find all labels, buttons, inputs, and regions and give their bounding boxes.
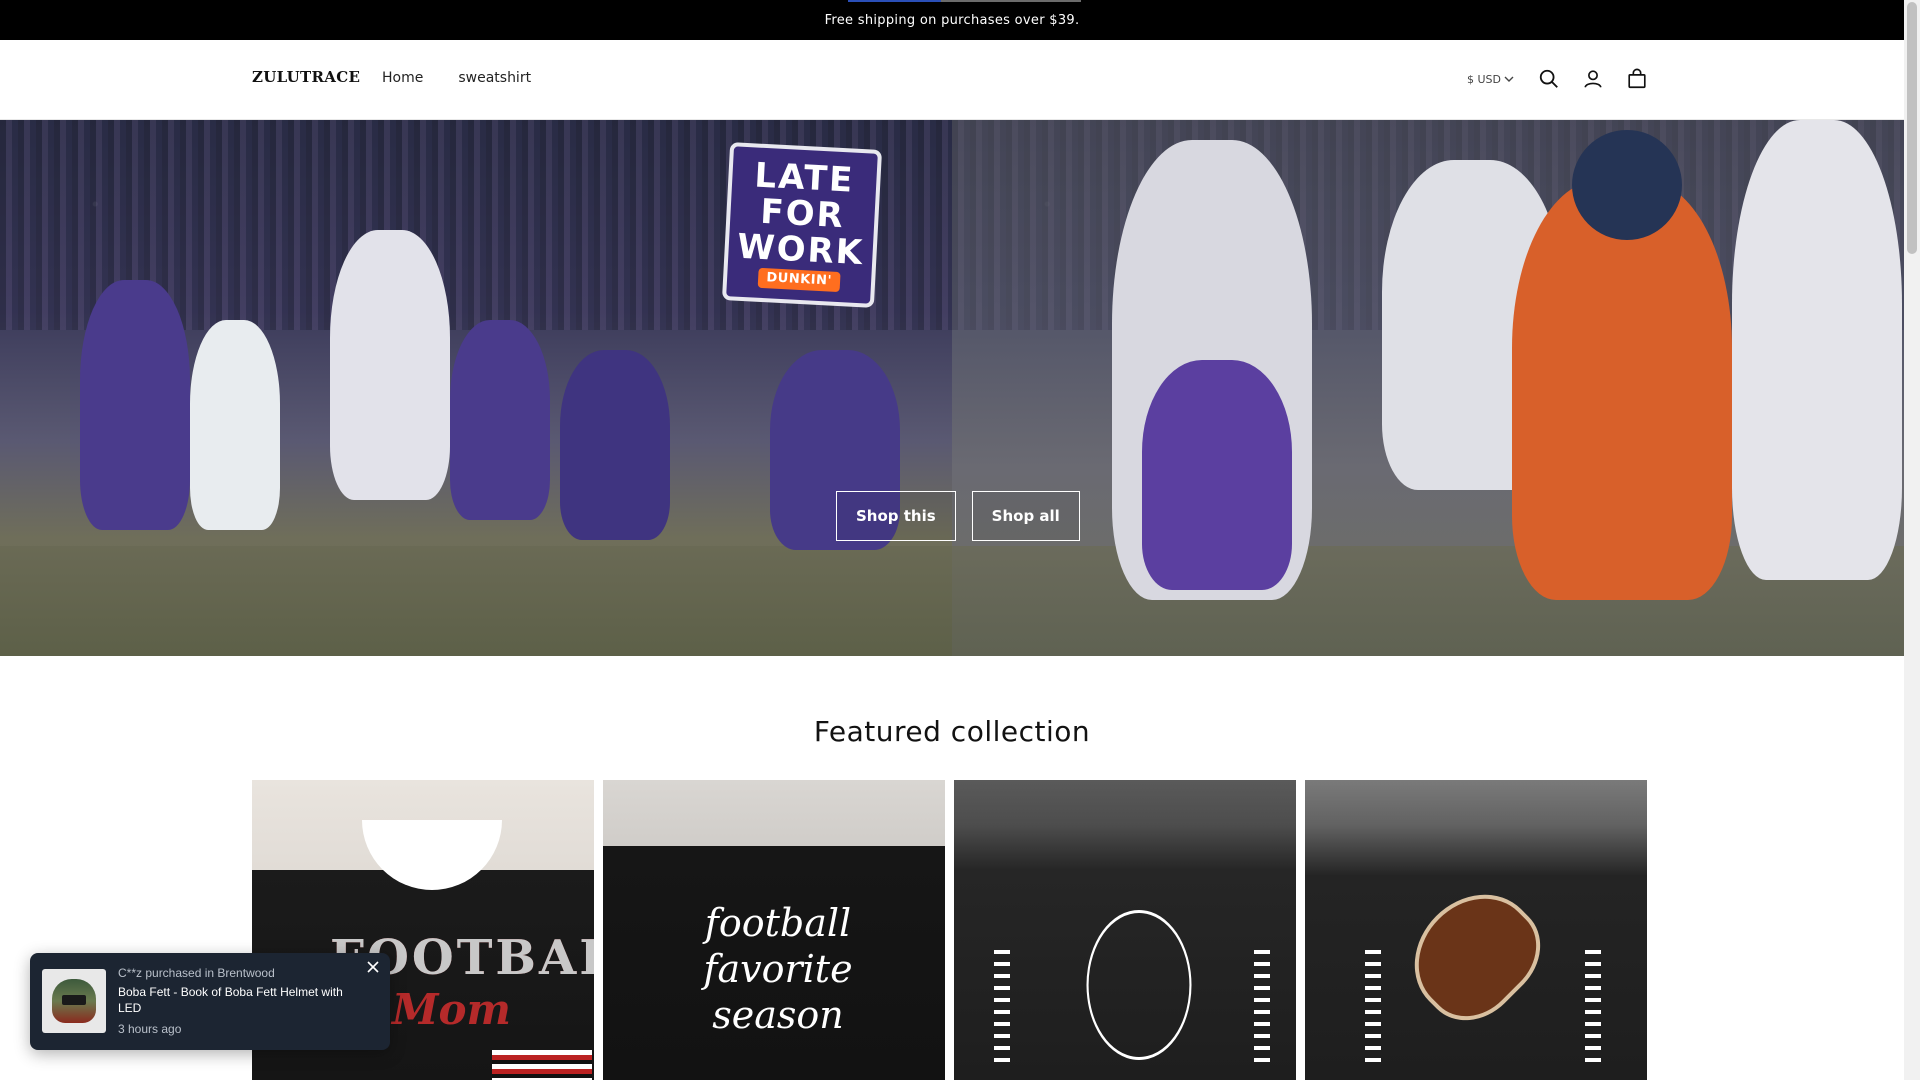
announcement-text: Free shipping on purchases over $39. <box>824 12 1080 28</box>
product-grid: FOOTBALL Mom football favorite season <box>252 780 1647 1080</box>
product-print-text: Mom <box>392 985 511 1034</box>
product-card[interactable] <box>1305 780 1647 1080</box>
header-tools: $ USD <box>1467 66 1650 92</box>
account-icon[interactable] <box>1580 66 1606 92</box>
product-print-text: football favorite season <box>703 901 853 1037</box>
close-icon[interactable] <box>364 958 382 976</box>
popup-product-name[interactable]: Boba Fett - Book of Boba Fett Helmet wit… <box>118 984 358 1016</box>
product-thumbnail <box>42 969 106 1033</box>
main-nav: Home sweatshirt <box>382 70 531 86</box>
currency-selector[interactable]: $ USD <box>1467 73 1514 86</box>
nav-item-sweatshirt[interactable]: sweatshirt <box>458 70 531 86</box>
popup-buyer: C**z purchased in Brentwood <box>118 966 275 980</box>
announcement-bar: Free shipping on purchases over $39. <box>0 0 1904 40</box>
chevron-down-icon <box>1504 76 1514 82</box>
hero-buttons: Shop this Shop all <box>836 491 1080 541</box>
announcement-progress <box>848 0 1081 2</box>
hero-image-left: LATE FOR WORK DUNKIN' <box>0 120 952 656</box>
football-graphic <box>1065 880 1213 1080</box>
scrollbar-thumb[interactable] <box>1907 2 1917 254</box>
nav-item-home[interactable]: Home <box>382 70 423 86</box>
helmet-image <box>52 979 96 1023</box>
hero-image-right <box>952 120 1904 656</box>
storefront-page: Free shipping on purchases over $39. ZUL… <box>0 0 1920 1080</box>
late-for-work-logo: LATE FOR WORK DUNKIN' <box>721 142 883 308</box>
page-scrollbar[interactable] <box>1904 0 1920 1080</box>
site-logo[interactable]: ZULUTRACE <box>252 68 360 86</box>
recent-purchase-popup[interactable]: C**z purchased in Brentwood Boba Fett - … <box>30 953 390 1050</box>
product-card[interactable] <box>954 780 1296 1080</box>
currency-label: $ USD <box>1467 72 1501 86</box>
football-heart-graphic <box>1390 870 1560 1040</box>
popup-time: 3 hours ago <box>118 1022 182 1036</box>
hero-banner: LATE FOR WORK DUNKIN' Shop this Shop all <box>0 120 1904 656</box>
shop-all-button[interactable]: Shop all <box>971 491 1080 541</box>
search-icon[interactable] <box>1536 66 1562 92</box>
featured-collection-title: Featured collection <box>813 715 1091 748</box>
site-header: ZULUTRACE Home sweatshirt $ USD <box>0 40 1904 120</box>
shop-this-button[interactable]: Shop this <box>836 491 956 541</box>
product-card[interactable]: football favorite season <box>603 780 945 1080</box>
cart-icon[interactable] <box>1624 66 1650 92</box>
